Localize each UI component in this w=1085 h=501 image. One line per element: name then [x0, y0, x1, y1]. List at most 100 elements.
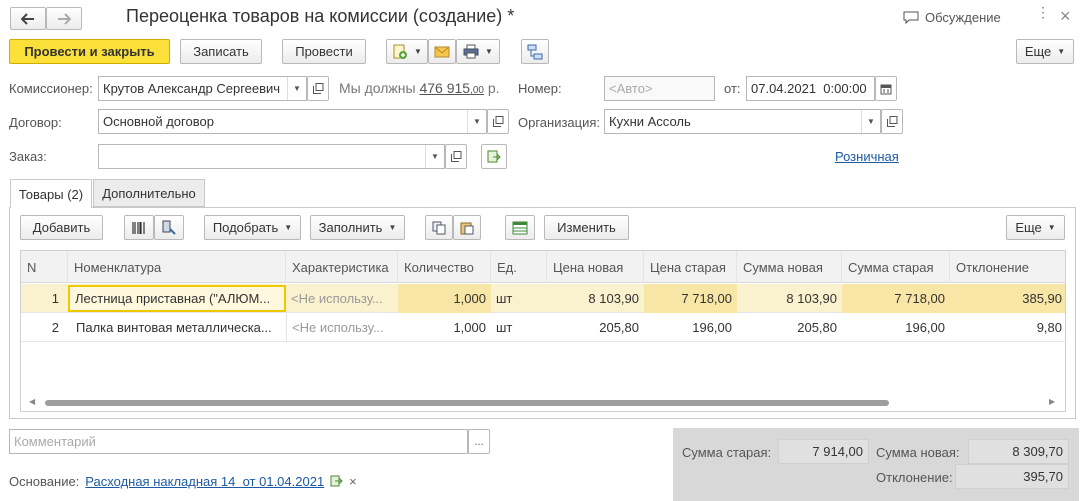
chat-icon — [903, 11, 919, 24]
discuss-button[interactable]: Обсуждение — [903, 10, 1001, 25]
deviation-label: Отклонение: — [876, 470, 953, 485]
row-unit[interactable]: шт — [491, 284, 547, 313]
add-row-button[interactable]: Добавить — [20, 215, 103, 240]
change-button[interactable]: Изменить — [544, 215, 629, 240]
commissioner-field[interactable]: Крутов Александр Сергеевич ▼ — [98, 76, 307, 101]
row-item[interactable]: Палка винтовая металлическа... — [71, 313, 286, 342]
number-field[interactable]: <Авто> — [604, 76, 715, 101]
basis-label: Основание: — [9, 474, 80, 489]
col-header-unit[interactable]: Ед. — [491, 251, 547, 283]
scroll-right-icon[interactable]: ▶ — [1049, 397, 1055, 406]
col-header-item[interactable]: Номенклатура — [68, 251, 286, 283]
deviation-value: 395,70 — [955, 464, 1069, 489]
table-report-button[interactable] — [505, 215, 535, 240]
calendar-icon — [880, 84, 892, 94]
col-header-sum-new[interactable]: Сумма новая — [737, 251, 842, 283]
data-collection-button[interactable] — [154, 215, 184, 240]
open-order-button[interactable] — [445, 144, 467, 169]
tab-goods-label: Товары (2) — [18, 186, 84, 202]
barcode-button[interactable] — [124, 215, 154, 240]
col-header-price-new[interactable]: Цена новая — [547, 251, 644, 283]
horizontal-scrollbar[interactable]: ◀ ▶ — [21, 395, 1065, 411]
scrollbar-thumb[interactable] — [45, 400, 889, 406]
print-button[interactable]: ▼ — [456, 39, 500, 64]
more-button[interactable]: Еще ▼ — [1016, 39, 1074, 64]
commissioner-label: Комиссионер: — [9, 81, 93, 96]
copy-rows-button[interactable] — [425, 215, 453, 240]
envelope-icon — [434, 46, 450, 57]
comment-field[interactable]: Комментарий — [9, 429, 468, 454]
chevron-down-icon: ▼ — [388, 223, 397, 232]
chevron-down-icon: ▼ — [1057, 47, 1066, 56]
open-window-icon — [492, 116, 503, 127]
scroll-left-icon[interactable]: ◀ — [29, 397, 35, 406]
retail-link[interactable]: Розничная — [835, 149, 899, 164]
table-green-icon — [512, 221, 528, 234]
contract-field[interactable]: Основной договор ▼ — [98, 109, 487, 134]
row-char[interactable]: <Не использу... — [286, 313, 398, 342]
chevron-down-icon: ▼ — [485, 47, 493, 56]
table-row[interactable]: 2 Палка винтовая металлическа... <Не исп… — [21, 313, 1065, 342]
fill-by-order-button[interactable] — [481, 144, 507, 169]
table-row[interactable]: 1 Лестница приставная ("АЛЮМ... <Не испо… — [21, 284, 1065, 313]
copy-icon — [432, 221, 446, 234]
row-unit[interactable]: шт — [491, 313, 547, 342]
tab-goods[interactable]: Товары (2) — [10, 179, 92, 208]
col-header-n[interactable]: N — [21, 251, 68, 283]
tab-additional[interactable]: Дополнительно — [93, 179, 205, 207]
open-org-button[interactable] — [881, 109, 903, 134]
forward-button[interactable] — [46, 7, 82, 30]
row-price-new[interactable]: 205,80 — [547, 313, 644, 342]
row-item[interactable]: Лестница приставная ("АЛЮМ... — [68, 285, 286, 312]
fill-button[interactable]: Заполнить ▼ — [310, 215, 405, 240]
chevron-down-icon[interactable]: ▼ — [467, 110, 486, 133]
basis-link[interactable]: Расходная накладная 14 от 01.04.2021 — [85, 474, 324, 489]
row-price-new[interactable]: 8 103,90 — [547, 284, 644, 313]
chevron-down-icon[interactable]: ▼ — [287, 77, 306, 100]
col-header-sum-old[interactable]: Сумма старая — [842, 251, 950, 283]
calendar-button[interactable] — [875, 76, 897, 101]
save-button[interactable]: Записать — [180, 39, 262, 64]
open-contract-button[interactable] — [487, 109, 509, 134]
row-qty[interactable]: 1,000 — [398, 313, 491, 342]
structure-button[interactable] — [521, 39, 549, 64]
paste-rows-button[interactable] — [453, 215, 481, 240]
table-more-button[interactable]: Еще ▼ — [1006, 215, 1065, 240]
barcode-icon — [132, 221, 145, 234]
debt-amount-link[interactable]: 476 915,00 — [419, 80, 484, 96]
comment-expand-button[interactable]: ... — [468, 429, 490, 454]
post-button[interactable]: Провести — [282, 39, 366, 64]
email-button[interactable] — [428, 39, 456, 64]
goods-table: N Номенклатура Характеристика Количество… — [20, 250, 1066, 412]
back-button[interactable] — [10, 7, 46, 30]
fill-label: Заполнить — [318, 220, 383, 235]
basis-clear-icon[interactable]: × — [349, 474, 357, 489]
chevron-down-icon[interactable]: ▼ — [861, 110, 880, 133]
col-header-qty[interactable]: Количество — [398, 251, 491, 283]
chevron-down-icon: ▼ — [1047, 223, 1056, 232]
row-sum-new[interactable]: 8 103,90 — [737, 284, 842, 313]
row-qty[interactable]: 1,000 — [398, 284, 491, 313]
pick-button[interactable]: Подобрать ▼ — [204, 215, 301, 240]
date-field[interactable]: 07.04.2021 0:00:00 — [746, 76, 875, 101]
arrow-left-icon — [21, 12, 34, 25]
debt-amount: 476 915 — [419, 80, 471, 96]
chevron-down-icon[interactable]: ▼ — [425, 145, 444, 168]
order-field[interactable]: ▼ — [98, 144, 445, 169]
col-header-price-old[interactable]: Цена старая — [644, 251, 737, 283]
window-menu-icon[interactable]: ⋮ — [1036, 5, 1050, 19]
col-header-dev[interactable]: Отклонение — [950, 251, 1065, 283]
close-icon[interactable]: × — [1060, 6, 1071, 27]
arrow-right-icon — [58, 12, 71, 25]
create-based-on-button[interactable]: ▼ — [386, 39, 428, 64]
number-placeholder: <Авто> — [609, 81, 653, 96]
row-sum-new[interactable]: 205,80 — [737, 313, 842, 342]
post-and-close-button[interactable]: Провести и закрыть — [9, 39, 170, 64]
org-value: Кухни Ассоль — [609, 114, 691, 129]
row-char[interactable]: <Не использу... — [286, 284, 398, 313]
comment-placeholder: Комментарий — [14, 434, 96, 449]
col-header-char[interactable]: Характеристика — [286, 251, 398, 283]
open-commissioner-button[interactable] — [307, 76, 329, 101]
org-field[interactable]: Кухни Ассоль ▼ — [604, 109, 881, 134]
document-arrow-icon[interactable] — [330, 475, 343, 488]
